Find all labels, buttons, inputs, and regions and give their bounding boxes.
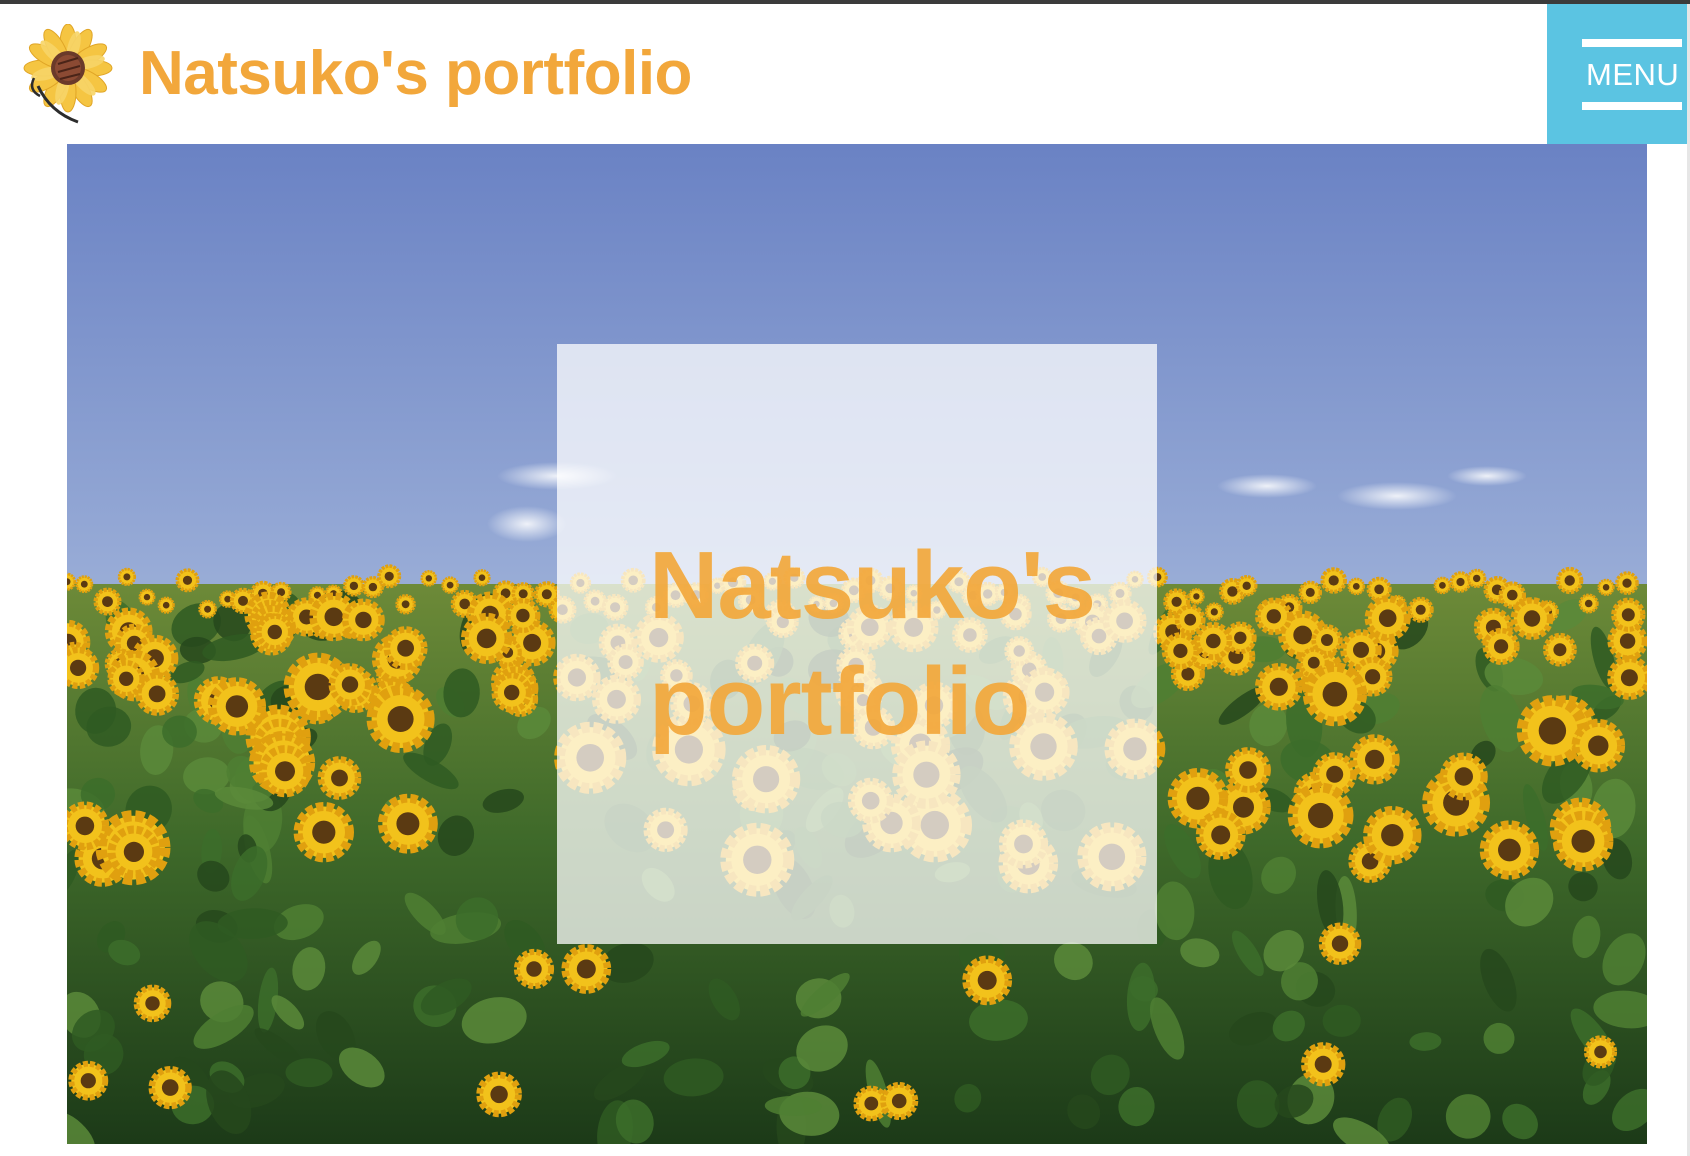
- sunflower-shape: [1510, 597, 1554, 640]
- menu-label: MENU: [1586, 57, 1680, 92]
- site-title[interactable]: Natsuko's portfolio: [139, 38, 692, 110]
- sunflower-shape: [68, 1060, 109, 1101]
- sunflower-shape: [1607, 655, 1647, 700]
- hero-title-line-2: portfolio: [649, 648, 1030, 755]
- sunflower-shape: [341, 598, 385, 642]
- sunflower-shape: [505, 598, 541, 634]
- sunflower-logo-icon[interactable]: [22, 23, 116, 128]
- sunflower-shape: [420, 569, 438, 587]
- sunflower-shape: [1556, 566, 1584, 595]
- sunflower-shape: [1611, 597, 1646, 632]
- sunflower-shape: [157, 596, 175, 614]
- sunflower-shape: [1318, 922, 1362, 965]
- menu-button[interactable]: MENU: [1547, 4, 1687, 144]
- sunflower-shape: [198, 599, 217, 619]
- sunflower-shape: [293, 802, 354, 863]
- sunflower-shape: [1174, 604, 1206, 636]
- sunflower-shape: [1449, 571, 1472, 593]
- sunflower-shape: [561, 944, 612, 994]
- sunflower-shape: [366, 684, 435, 754]
- sunflower-shape: [1298, 580, 1323, 605]
- sunflower-shape: [1195, 810, 1246, 860]
- sunflower-shape: [93, 587, 122, 616]
- hero-title: Natsuko's portfolio: [649, 528, 1096, 760]
- sunflower-shape: [343, 575, 365, 597]
- sunflower-shape: [117, 567, 137, 587]
- sunflower-shape: [1479, 820, 1540, 880]
- sunflower-shape: [1578, 593, 1599, 614]
- sunflower-shape: [1407, 596, 1434, 623]
- sunflower-shape: [1235, 574, 1258, 597]
- sunflower-shape: [1255, 597, 1293, 636]
- sunflower-shape: [1204, 602, 1224, 622]
- sunflower-shape: [1482, 627, 1520, 665]
- sunflower-shape: [1347, 577, 1366, 596]
- sunflower-shape: [1543, 632, 1577, 667]
- sunflower-shape: [461, 612, 513, 665]
- sunflower-shape: [256, 613, 294, 651]
- sunflower-shape: [377, 564, 402, 589]
- sunflower-shape: [395, 594, 416, 615]
- sunflower-shape: [491, 672, 532, 713]
- sunflower-shape: [441, 576, 459, 594]
- hero-title-line-1: Natsuko's: [649, 532, 1096, 639]
- sunflower-shape: [1302, 662, 1367, 727]
- sunflower-shape: [1320, 567, 1347, 594]
- site-header: Natsuko's portfolio MENU: [0, 4, 1690, 144]
- hero-title-box: Natsuko's portfolio: [557, 344, 1157, 944]
- sunflower-shape: [361, 576, 384, 599]
- sunflower-shape: [383, 626, 428, 671]
- sunflower-shape: [207, 677, 267, 736]
- sunflower-shape: [258, 745, 312, 798]
- sunflower-shape: [473, 569, 491, 587]
- sunflower-shape: [513, 948, 555, 990]
- sunflower-shape: [962, 955, 1013, 1006]
- sunflower-logo-svg: [23, 23, 113, 124]
- sunflower-shape: [1188, 588, 1205, 605]
- sunflower-shape: [138, 588, 156, 606]
- hero-section: Natsuko's portfolio: [67, 144, 1647, 1144]
- sunflower-shape: [1433, 576, 1452, 595]
- sunflower-shape: [107, 659, 146, 698]
- sunflower-shape: [377, 793, 438, 854]
- sunflower-shape: [1571, 718, 1626, 773]
- sunflower-shape: [1363, 805, 1422, 865]
- sunflower-shape: [1597, 578, 1615, 596]
- page: Natsuko's portfolio MENU Natsuko's portf…: [0, 0, 1690, 1156]
- sunflower-shape: [107, 825, 161, 879]
- menu-bar-top: [1582, 39, 1682, 47]
- sunflower-shape: [880, 1081, 919, 1121]
- sunflower-shape: [75, 575, 94, 594]
- sunflower-shape: [175, 568, 200, 593]
- sunflower-shape: [1467, 568, 1487, 589]
- sunflower-shape: [148, 1065, 192, 1110]
- sunflower-shape: [133, 984, 172, 1023]
- sunflower-shape: [1583, 1035, 1618, 1069]
- sunflower-shape: [1300, 1042, 1346, 1087]
- sunflower-shape: [476, 1071, 522, 1118]
- sunflower-shape: [1287, 782, 1354, 849]
- sunflower-shape: [1349, 734, 1400, 785]
- sunflower-shape: [328, 663, 372, 706]
- sunflower-shape: [1439, 752, 1488, 801]
- sunflower-shape: [1552, 810, 1614, 872]
- sunflower-shape: [1364, 595, 1411, 642]
- menu-bar-bottom: [1582, 102, 1682, 110]
- sunflower-shape: [317, 756, 362, 800]
- sunflower-shape: [1615, 571, 1639, 595]
- sunflower-shape: [1254, 662, 1303, 711]
- sunflower-shape: [1161, 632, 1200, 670]
- sunflower-shape: [1194, 621, 1233, 661]
- sunflower-shape: [1225, 747, 1271, 793]
